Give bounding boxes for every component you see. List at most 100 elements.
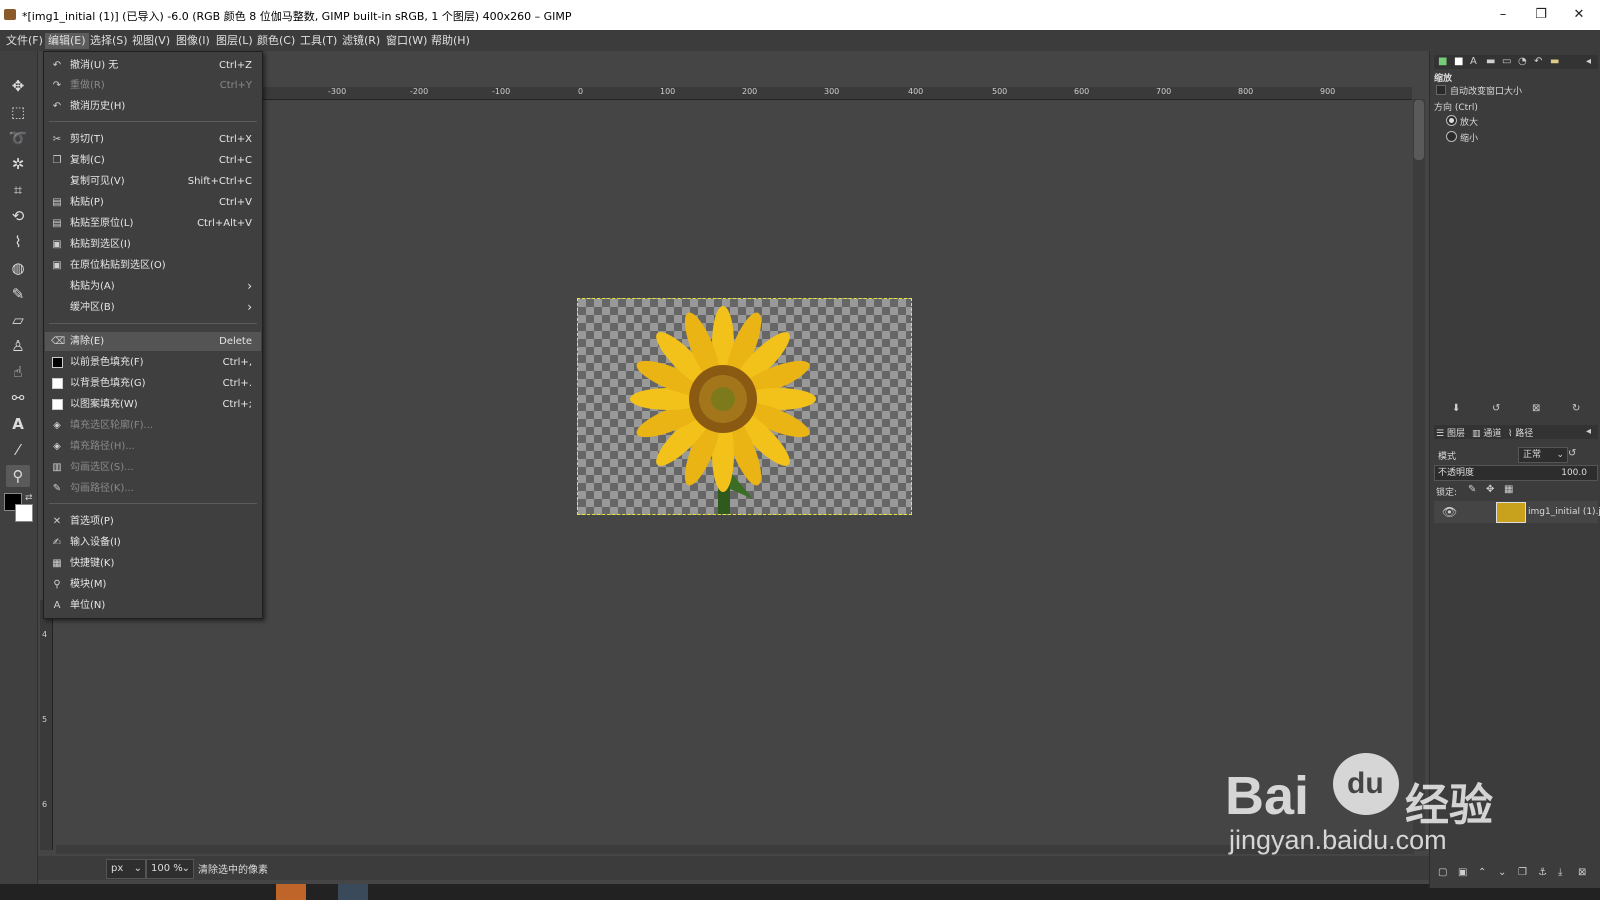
horizontal-scrollbar[interactable]: [56, 845, 1414, 854]
close-window-button[interactable]: ✕: [1559, 4, 1599, 26]
device-status-tab-icon[interactable]: ■: [1454, 56, 1463, 67]
zoom-select[interactable]: 100 % ⌄: [146, 859, 194, 879]
menu-edit[interactable]: 编辑(E): [45, 33, 89, 49]
smudge-tool-icon[interactable]: ☝: [6, 361, 30, 383]
menu-item-modules[interactable]: ⚲ 模块(M): [45, 575, 261, 594]
menu-item-paste-in-place[interactable]: ▤ 粘贴至原位(L) Ctrl+Alt+V: [45, 214, 261, 233]
anchor-layer-icon[interactable]: ⚓: [1538, 867, 1547, 878]
undo-history-tab-icon[interactable]: ↶: [1534, 56, 1542, 67]
bucket-fill-tool-icon[interactable]: ◍: [6, 257, 30, 279]
menu-item-stroke-selection[interactable]: ▥ 勾画选区(S)...: [45, 458, 261, 477]
menu-item-copy[interactable]: ❐ 复制(C) Ctrl+C: [45, 151, 261, 170]
menu-item-undo[interactable]: ↶ 撤消(U) 无 Ctrl+Z: [45, 56, 261, 75]
menu-item-fill-bg[interactable]: 以背景色填充(G) Ctrl+.: [45, 374, 261, 393]
menu-item-fill-path[interactable]: ◈ 填充路径(H)...: [45, 437, 261, 456]
maximize-button[interactable]: ❐: [1521, 4, 1561, 26]
visibility-eye-icon[interactable]: 👁: [1442, 505, 1457, 519]
menu-item-paste-as[interactable]: 粘贴为(A) ›: [45, 277, 261, 296]
minimize-button[interactable]: –: [1483, 4, 1523, 26]
delete-layer-icon[interactable]: ⊠: [1578, 867, 1586, 878]
menu-item-stroke-path[interactable]: ✎ 勾画路径(K)...: [45, 479, 261, 498]
menu-item-fill-fg[interactable]: 以前景色填充(F) Ctrl+,: [45, 353, 261, 372]
menu-item-copy-visible[interactable]: 复制可见(V) Shift+Ctrl+C: [45, 172, 261, 191]
menu-item-paste-into-in-place[interactable]: ▣ 在原位粘贴到选区(O): [45, 256, 261, 275]
delete-preset-icon[interactable]: ⊠: [1532, 403, 1540, 414]
zoom-out-radio[interactable]: [1446, 131, 1457, 142]
tab-channels[interactable]: ▥ 通道: [1472, 426, 1501, 439]
menu-item-paste[interactable]: ▤ 粘贴(P) Ctrl+V: [45, 193, 261, 212]
fuzzy-select-tool-icon[interactable]: ✲: [6, 153, 30, 175]
taskbar-app-icon[interactable]: [338, 884, 368, 900]
taskbar-app-icon[interactable]: [276, 884, 306, 900]
tab-layers[interactable]: ☰ 图层: [1436, 426, 1465, 439]
dynamics-tab-icon[interactable]: ◔: [1518, 56, 1527, 67]
lasso-tool-icon[interactable]: ➰: [6, 127, 30, 149]
new-layer-icon[interactable]: ▢: [1438, 867, 1447, 878]
menu-item-fill-pattern[interactable]: 以图案填充(W) Ctrl+;: [45, 395, 261, 414]
unit-select[interactable]: px ⌄: [106, 859, 146, 879]
zoom-tool-icon[interactable]: ⚲: [6, 465, 30, 487]
menu-layer[interactable]: 图层(L): [213, 33, 256, 49]
reset-mode-icon[interactable]: ↺: [1568, 448, 1576, 459]
menu-item-paste-into[interactable]: ▣ 粘贴到选区(I): [45, 235, 261, 254]
raise-layer-icon[interactable]: ⌃: [1478, 867, 1486, 878]
menu-windows[interactable]: 窗口(W): [383, 33, 430, 49]
dock-menu-icon[interactable]: ◂: [1586, 426, 1591, 437]
paintbrush-tool-icon[interactable]: ✎: [6, 283, 30, 305]
background-color-swatch[interactable]: [15, 504, 33, 522]
menu-item-redo[interactable]: ↷ 重做(R) Ctrl+Y: [45, 76, 261, 95]
menu-item-fill-selection-outline[interactable]: ◈ 填充选区轮廓(F)...: [45, 416, 261, 435]
menu-item-input-devices[interactable]: ✍ 输入设备(I): [45, 533, 261, 552]
warp-tool-icon[interactable]: ⌇: [6, 231, 30, 253]
crop-tool-icon[interactable]: ⌗: [6, 179, 30, 201]
menu-colors[interactable]: 颜色(C): [254, 33, 298, 49]
lower-layer-icon[interactable]: ⌄: [1498, 867, 1506, 878]
move-tool-icon[interactable]: ✥: [6, 75, 30, 97]
new-layer-group-icon[interactable]: ▣: [1458, 867, 1467, 878]
duplicate-layer-icon[interactable]: ❐: [1518, 867, 1527, 878]
menu-item-buffer[interactable]: 缓冲区(B) ›: [45, 298, 261, 317]
tool-options-tab-icon[interactable]: ■: [1438, 56, 1447, 67]
menu-view[interactable]: 视图(V): [129, 33, 173, 49]
menu-filters[interactable]: 滤镜(R): [339, 33, 383, 49]
menu-image[interactable]: 图像(I): [173, 33, 213, 49]
color-picker-tool-icon[interactable]: ⁄: [6, 439, 30, 461]
clone-tool-icon[interactable]: ♙: [6, 335, 30, 357]
menu-item-clear[interactable]: ⌫ 清除(E) Delete: [45, 332, 261, 351]
menu-item-preferences[interactable]: ✕ 首选项(P): [45, 512, 261, 531]
pointer-tab-icon[interactable]: ▭: [1502, 56, 1511, 67]
menu-item-keyboard-shortcuts[interactable]: ▦ 快捷键(K): [45, 554, 261, 573]
eraser-tool-icon[interactable]: ▱: [6, 309, 30, 331]
opacity-slider[interactable]: 不透明度 100.0: [1434, 465, 1598, 481]
auto-resize-checkbox[interactable]: [1436, 85, 1446, 95]
menu-item-cut[interactable]: ✂ 剪切(T) Ctrl+X: [45, 130, 261, 149]
merge-layer-icon[interactable]: ⤓: [1558, 867, 1562, 878]
reset-options-icon[interactable]: ↻: [1572, 403, 1580, 414]
histogram-tab-icon[interactable]: ▬: [1486, 56, 1495, 67]
menu-help[interactable]: 帮助(H): [428, 33, 473, 49]
save-preset-icon[interactable]: ⬇: [1452, 403, 1460, 414]
menu-select[interactable]: 选择(S): [87, 33, 131, 49]
rect-select-tool-icon[interactable]: ⬚: [6, 101, 30, 123]
transform-tool-icon[interactable]: ⟲: [6, 205, 30, 227]
zoom-in-radio[interactable]: [1446, 115, 1457, 126]
menu-item-units[interactable]: A 单位(N): [45, 596, 261, 615]
menu-tools[interactable]: 工具(T): [297, 33, 340, 49]
layer-row[interactable]: 👁 img1_initial (1).j: [1434, 501, 1600, 523]
paths-tool-icon[interactable]: ⚯: [6, 387, 30, 409]
images-tab-icon[interactable]: ▬: [1550, 56, 1559, 67]
dock-menu-icon[interactable]: ◂: [1586, 56, 1591, 67]
menu-file[interactable]: 文件(F): [3, 33, 46, 49]
lock-position-icon[interactable]: ✥: [1486, 484, 1494, 495]
image-canvas[interactable]: [577, 298, 912, 515]
text-tool-icon[interactable]: A: [6, 413, 30, 435]
swap-colors-icon[interactable]: ⇄: [25, 493, 33, 503]
lock-pixels-icon[interactable]: ✎: [1468, 484, 1476, 495]
vertical-scroll-thumb[interactable]: [1414, 100, 1424, 160]
menu-item-undo-history[interactable]: ↶ 撤消历史(H): [45, 97, 261, 116]
lock-alpha-icon[interactable]: ▦: [1504, 484, 1513, 495]
mode-select[interactable]: 正常 ⌄: [1518, 447, 1568, 463]
restore-preset-icon[interactable]: ↺: [1492, 403, 1500, 414]
text-tab-icon[interactable]: A: [1470, 56, 1477, 67]
tab-paths[interactable]: ⌇ 路径: [1508, 426, 1533, 439]
